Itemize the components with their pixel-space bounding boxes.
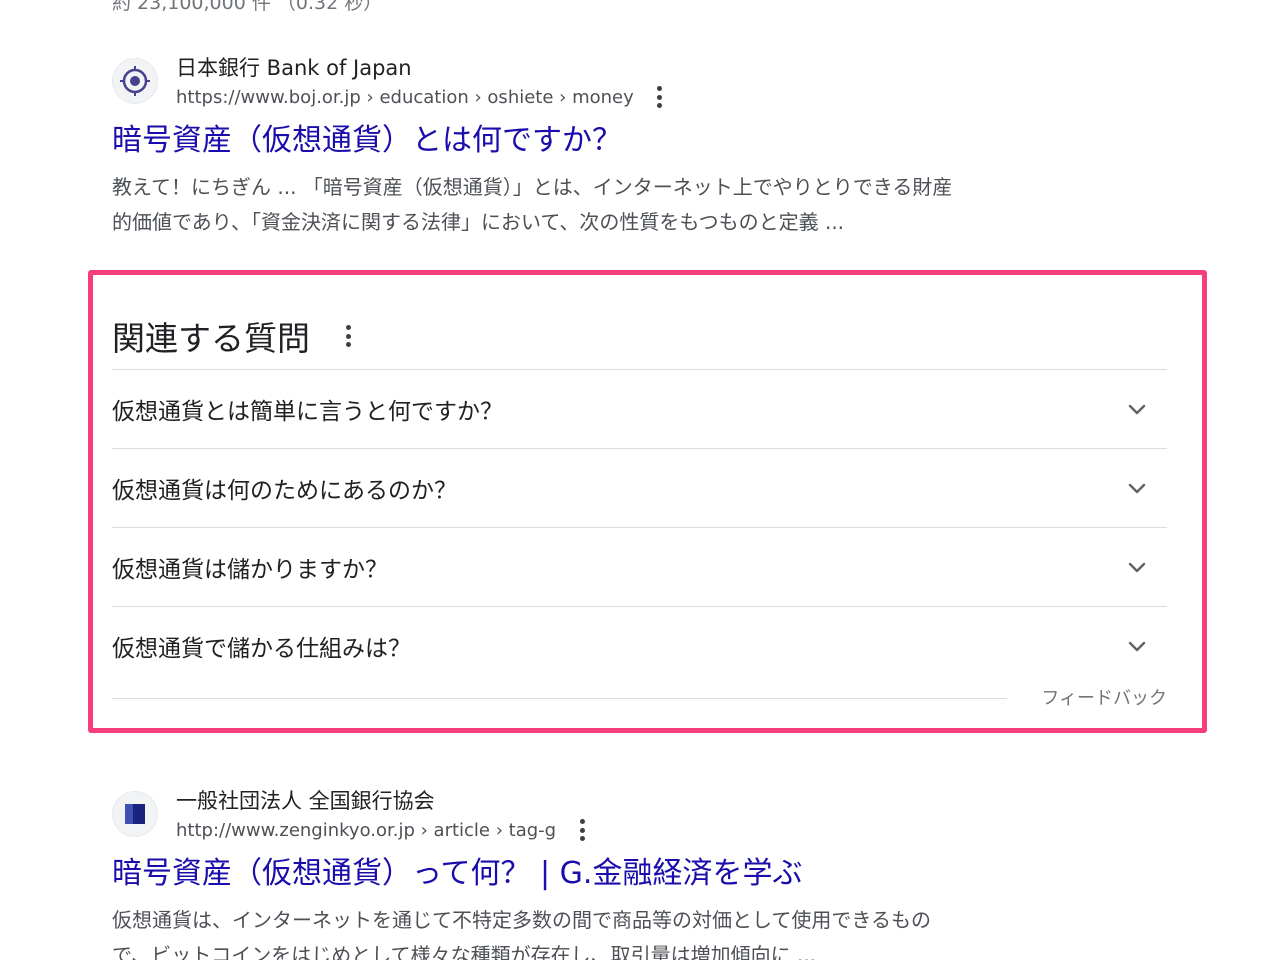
- site-favicon-icon: [112, 58, 158, 104]
- site-url-row: http://www.zenginkyo.or.jp › article › t…: [176, 819, 590, 841]
- snippet-line: 教えて！にちぎん ... 「暗号資産（仮想通貨）」とは、インターネット上でやりと…: [112, 175, 953, 199]
- result-snippet: 仮想通貨は、インターネットを通じて不特定多数の間で商品等の対価として使用できるも…: [112, 903, 1092, 960]
- target-icon: [120, 66, 150, 96]
- result-snippet: 教えて！にちぎん ... 「暗号資産（仮想通貨）」とは、インターネット上でやりと…: [112, 170, 1092, 240]
- chevron-down-icon: [1128, 483, 1146, 494]
- related-question-item[interactable]: 仮想通貨とは簡単に言うと何ですか？: [112, 370, 1167, 449]
- feedback-link[interactable]: フィードバック: [1041, 684, 1167, 710]
- snippet-line: 的価値であり、「資金決済に関する法律」において、次の性質をもつものと定義 ...: [112, 210, 845, 234]
- related-question-item[interactable]: 仮想通貨は儲かりますか？: [112, 528, 1167, 607]
- snippet-line: で、ビットコインをはじめとして様々な種類が存在し、取引量は増加傾向に ...: [112, 943, 817, 960]
- site-url: https://www.boj.or.jp › education › oshi…: [176, 86, 634, 108]
- related-questions-header: 関連する質問: [112, 312, 356, 360]
- snippet-line: 仮想通貨は、インターネットを通じて不特定多数の間で商品等の対価として使用できるも…: [112, 908, 931, 932]
- divider: [112, 698, 1007, 699]
- feedback-row: フィードバック: [112, 680, 1167, 716]
- site-url: http://www.zenginkyo.or.jp › article › t…: [176, 819, 557, 841]
- more-options-icon[interactable]: [340, 325, 356, 347]
- related-question-item[interactable]: 仮想通貨は何のためにあるのか？: [112, 449, 1167, 528]
- related-question-text: 仮想通貨は儲かりますか？: [112, 557, 388, 583]
- search-results-page: 約 23,100,000 件 （0.32 秒） 日本銀行 Bank of Jap…: [0, 0, 1280, 960]
- related-questions-list: 仮想通貨とは簡単に言うと何ですか？ 仮想通貨は何のためにあるのか？ 仮想通貨は儲…: [112, 369, 1167, 685]
- square-logo-icon: [125, 804, 145, 824]
- more-options-icon[interactable]: [574, 819, 590, 841]
- site-name: 一般社団法人 全国銀行協会: [176, 789, 435, 813]
- related-question-text: 仮想通貨とは簡単に言うと何ですか？: [112, 399, 503, 425]
- result-stats: 約 23,100,000 件 （0.32 秒）: [112, 0, 383, 14]
- related-question-text: 仮想通貨で儲かる仕組みは？: [112, 636, 411, 662]
- result-title-link[interactable]: 暗号資産（仮想通貨）って何？ | G.金融経済を学ぶ: [112, 855, 1112, 893]
- chevron-down-icon: [1128, 641, 1146, 652]
- site-info[interactable]: 一般社団法人 全国銀行協会 http://www.zenginkyo.or.jp…: [112, 783, 1112, 845]
- search-result: 一般社団法人 全国銀行協会 http://www.zenginkyo.or.jp…: [112, 783, 1112, 960]
- related-question-text: 仮想通貨は何のためにあるのか？: [112, 478, 457, 504]
- result-title-link[interactable]: 暗号資産（仮想通貨）とは何ですか？: [112, 122, 1112, 160]
- site-url-row: https://www.boj.or.jp › education › oshi…: [176, 86, 668, 108]
- site-favicon-icon: [112, 791, 158, 837]
- search-result: 日本銀行 Bank of Japan https://www.boj.or.jp…: [112, 50, 1112, 240]
- related-questions-title: 関連する質問: [112, 319, 310, 358]
- site-info[interactable]: 日本銀行 Bank of Japan https://www.boj.or.jp…: [112, 50, 1112, 112]
- related-question-item[interactable]: 仮想通貨で儲かる仕組みは？: [112, 607, 1167, 685]
- site-name: 日本銀行 Bank of Japan: [176, 56, 412, 80]
- more-options-icon[interactable]: [652, 86, 668, 108]
- chevron-down-icon: [1128, 562, 1146, 573]
- chevron-down-icon: [1128, 404, 1146, 415]
